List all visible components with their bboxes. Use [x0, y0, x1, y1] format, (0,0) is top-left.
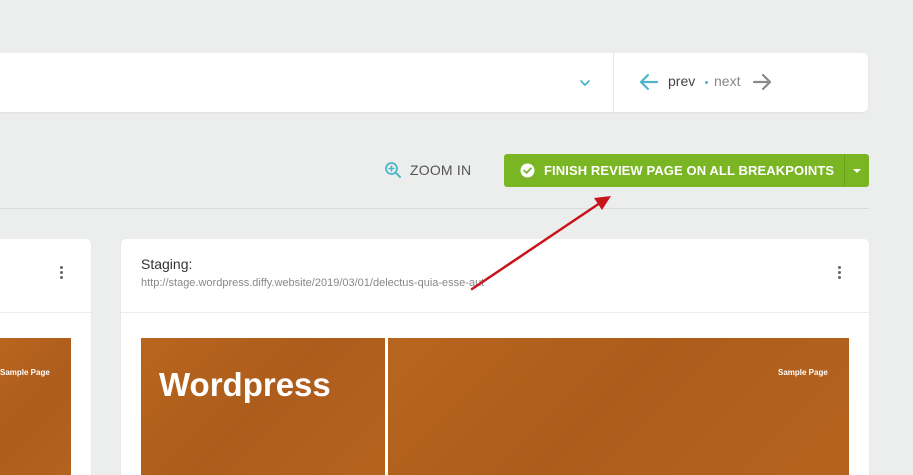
check-circle-icon — [520, 163, 535, 178]
zoom-in-icon — [385, 162, 401, 178]
panel-header-divider — [121, 312, 869, 313]
kebab-menu-icon[interactable] — [60, 266, 64, 280]
screenshot-site-title: Wordpress — [159, 366, 331, 403]
screenshot-menu-text: Sample Page — [0, 368, 50, 377]
arrow-left-icon[interactable] — [637, 70, 661, 94]
nav-divider — [613, 53, 614, 112]
next-link[interactable]: next — [714, 73, 740, 89]
panel-title: Staging: — [141, 256, 193, 272]
finish-review-label: FINISH REVIEW PAGE ON ALL BREAKPOINTS — [544, 163, 835, 178]
staging-screenshot-right[interactable]: Sample Page — [388, 338, 849, 475]
panel-header-divider — [0, 312, 91, 313]
toolbar-divider — [0, 208, 869, 209]
production-screenshot[interactable]: Sample Page — [0, 338, 71, 475]
arrow-right-icon[interactable] — [750, 70, 774, 94]
staging-screenshot-left[interactable]: Wordpress — [141, 338, 385, 475]
nav-separator-dot — [705, 81, 708, 84]
finish-review-button[interactable]: FINISH REVIEW PAGE ON ALL BREAKPOINTS — [504, 154, 844, 187]
staging-panel: Staging: http://stage.wordpress.diffy.we… — [121, 239, 869, 475]
zoom-in-button[interactable]: ZOOM IN — [384, 160, 471, 180]
screenshot-menu-text: Sample Page — [778, 368, 828, 377]
kebab-menu-icon[interactable] — [838, 266, 842, 280]
production-panel: Sample Page — [0, 239, 91, 475]
prev-link[interactable]: prev — [668, 73, 695, 89]
zoom-in-label: ZOOM IN — [410, 162, 472, 178]
panel-url[interactable]: http://stage.wordpress.diffy.website/201… — [141, 277, 484, 289]
finish-review-menu-button[interactable] — [844, 154, 869, 187]
chevron-down-icon[interactable] — [578, 76, 592, 90]
